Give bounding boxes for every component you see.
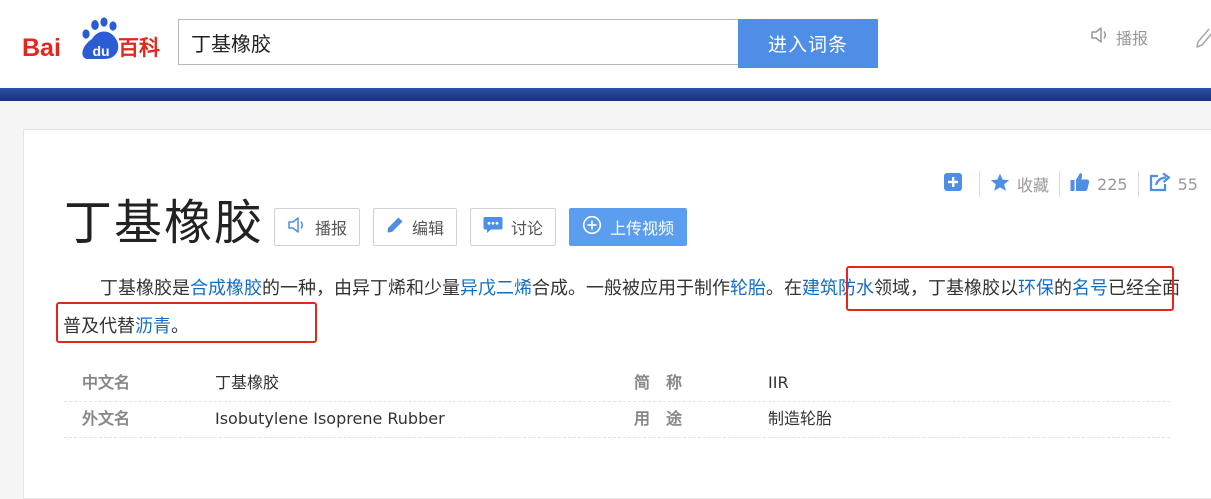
broadcast-button[interactable]: 播报 <box>274 208 361 246</box>
plus-circle-icon <box>582 215 610 239</box>
pencil-icon[interactable] <box>1195 27 1211 49</box>
info-value-link[interactable]: 制造轮胎 <box>768 401 832 437</box>
star-icon <box>990 173 1017 196</box>
info-key: 简 称 <box>634 373 683 392</box>
like-button[interactable]: 225 <box>1070 172 1128 196</box>
summary-text: 。 <box>171 316 189 337</box>
info-value: Isobutylene Isoprene Rubber <box>215 409 445 428</box>
summary-text: 的 <box>1054 278 1072 299</box>
collect-label: 收藏 <box>1017 176 1050 195</box>
divider <box>1137 171 1139 197</box>
info-key: 外文名 <box>82 409 131 428</box>
entry-action-buttons: 播报 编辑 讨论 上传视频 <box>274 208 688 246</box>
search-input[interactable] <box>178 19 738 65</box>
svg-text:Bai: Bai <box>22 34 61 62</box>
summary-text: 领域，丁基橡胶以 <box>874 278 1018 299</box>
link-building-waterproofing[interactable]: 建筑防水 <box>802 278 874 299</box>
basic-info-row: 中文名 丁基橡胶 简 称 IIR <box>64 365 1170 402</box>
entry-summary: 丁基橡胶是合成橡胶的一种，由异丁烯和少量异戊二烯合成。一般被应用于制作轮胎。在建… <box>63 270 1188 346</box>
info-value: 丁基橡胶 <box>215 373 280 392</box>
summary-text: 丁基橡胶是 <box>100 278 190 299</box>
summary-paragraph: 丁基橡胶是合成橡胶的一种，由异丁烯和少量异戊二烯合成。一般被应用于制作轮胎。在建… <box>63 270 1188 346</box>
share-icon <box>1149 172 1178 196</box>
baidu-baike-logo[interactable]: du Bai 百科 <box>22 17 167 67</box>
nav-bar <box>0 88 1211 101</box>
link-environmental-protection[interactable]: 环保 <box>1018 278 1054 299</box>
summary-text: 。在 <box>766 278 802 299</box>
svg-text:百科: 百科 <box>118 36 160 60</box>
header-broadcast-label: 播报 <box>1116 29 1149 48</box>
info-value: IIR <box>768 373 789 392</box>
speaker-icon <box>287 216 315 238</box>
broadcast-label: 播报 <box>315 219 348 238</box>
thumbs-up-icon <box>1070 172 1097 196</box>
edit-label: 编辑 <box>412 219 445 238</box>
upload-video-button[interactable]: 上传视频 <box>569 208 688 246</box>
basic-info-row: 外文名 Isobutylene Isoprene Rubber 用 途 制造轮胎 <box>64 401 1170 438</box>
share-button[interactable]: 55 <box>1149 172 1198 196</box>
pencil-icon <box>386 216 412 238</box>
header-broadcast-button[interactable]: 播报 <box>1090 25 1148 49</box>
link-tire[interactable]: 轮胎 <box>730 278 766 299</box>
share-count: 55 <box>1177 174 1198 194</box>
info-key: 中文名 <box>82 373 131 392</box>
chat-bubble-icon <box>483 216 511 238</box>
link-synthetic-rubber[interactable]: 合成橡胶 <box>190 278 262 299</box>
enter-entry-button[interactable]: 进入词条 <box>738 19 878 68</box>
collect-button[interactable]: 收藏 <box>990 172 1049 196</box>
edit-button[interactable]: 编辑 <box>373 208 458 246</box>
divider <box>1059 171 1061 197</box>
link-isoprene[interactable]: 异戊二烯 <box>460 278 532 299</box>
top-header: du Bai 百科 进入词条 播报 <box>0 0 1211 88</box>
link-asphalt[interactable]: 沥青 <box>135 316 171 337</box>
like-count: 225 <box>1097 174 1128 194</box>
add-button[interactable] <box>944 173 969 195</box>
svg-text:du: du <box>93 43 110 59</box>
discuss-button[interactable]: 讨论 <box>470 208 557 246</box>
summary-text: 的一种，由异丁烯和少量 <box>262 278 460 299</box>
summary-text: 合成。一般被应用于制作 <box>532 278 730 299</box>
entry-title: 丁基橡胶 <box>64 195 265 251</box>
upload-video-label: 上传视频 <box>610 219 675 238</box>
discuss-label: 讨论 <box>511 219 544 238</box>
entry-side-tools: 收藏 225 55 <box>944 171 1198 197</box>
divider <box>979 171 980 197</box>
plus-square-icon <box>944 173 969 195</box>
info-key: 用 途 <box>634 409 683 428</box>
speaker-icon <box>1090 26 1116 48</box>
link-reputation[interactable]: 名号 <box>1072 278 1108 299</box>
